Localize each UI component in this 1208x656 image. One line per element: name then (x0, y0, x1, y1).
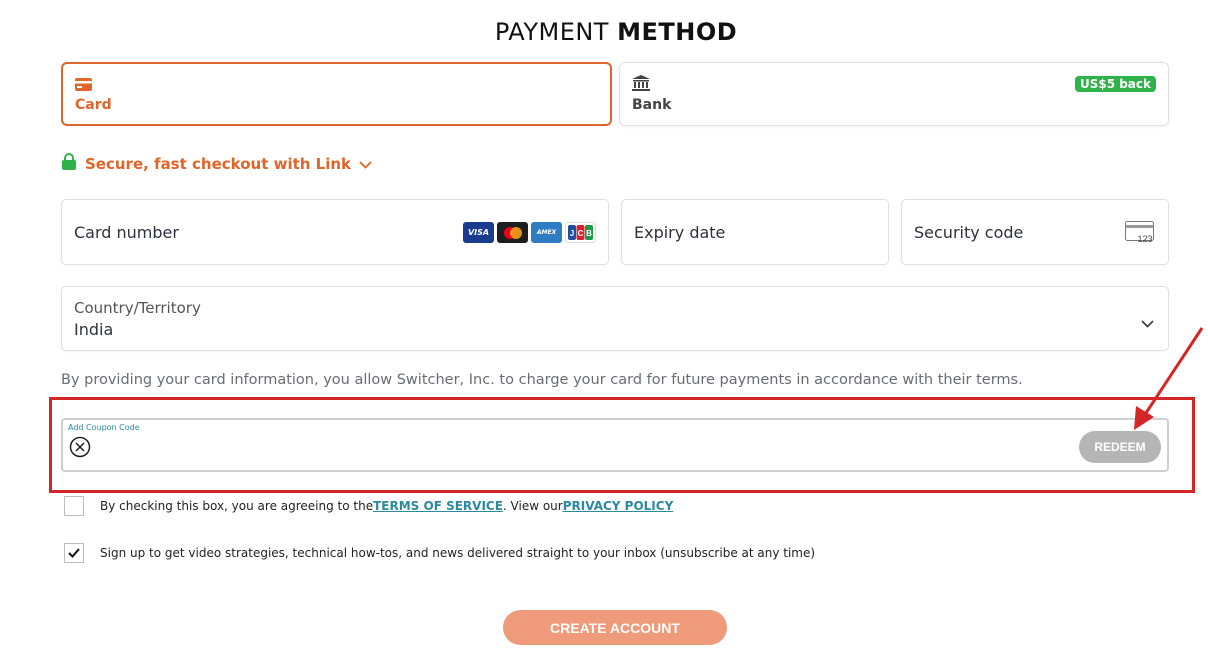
card-number-placeholder: Card number (74, 223, 179, 242)
page-title: PAYMENT METHOD (0, 18, 1208, 46)
country-value: India (74, 320, 114, 339)
title-part-2: METHOD (617, 18, 738, 46)
country-select[interactable]: Country/Territory India (61, 286, 1169, 351)
terms-middle: . View our (502, 499, 563, 513)
cashback-badge: US$5 back (1074, 76, 1156, 92)
security-code-placeholder: Security code (914, 223, 1024, 242)
terms-of-service-link[interactable]: TERMS OF SERVICE (373, 499, 503, 513)
bank-icon (632, 75, 650, 95)
cvc-card-icon: 123 (1125, 221, 1156, 247)
terms-checkbox[interactable] (64, 496, 84, 516)
security-code-field[interactable]: Security code 123 (901, 199, 1169, 265)
payment-method-bank-tab[interactable]: Bank US$5 back (619, 62, 1169, 126)
newsletter-text: Sign up to get video strategies, technic… (100, 546, 816, 560)
privacy-policy-link[interactable]: PRIVACY POLICY (563, 499, 674, 513)
coupon-code-field[interactable]: Add Coupon Code REDEEM (61, 418, 1169, 472)
svg-text:J: J (570, 229, 574, 238)
chevron-down-icon (359, 154, 372, 173)
expiry-date-field[interactable]: Expiry date (621, 199, 889, 265)
bank-tab-label: Bank (632, 97, 672, 113)
link-checkout-toggle[interactable]: Secure, fast checkout with Link (62, 153, 372, 174)
svg-text:B: B (586, 229, 592, 238)
jcb-icon: JCB (565, 222, 596, 243)
coupon-code-label: Add Coupon Code (68, 423, 140, 432)
amex-icon: AMEX (531, 222, 562, 243)
arrow-annotation-icon (1120, 322, 1208, 436)
svg-text:C: C (578, 229, 584, 238)
visa-icon: VISA (463, 222, 494, 243)
country-label: Country/Territory (74, 299, 201, 317)
lock-icon (62, 153, 76, 174)
link-checkout-text: Secure, fast checkout with Link (85, 154, 352, 173)
terms-prefix: By checking this box, you are agreeing t… (100, 499, 374, 513)
expiry-date-placeholder: Expiry date (634, 223, 726, 242)
create-account-button[interactable]: CREATE ACCOUNT (503, 610, 727, 645)
newsletter-checkbox[interactable] (64, 543, 84, 563)
card-brands: VISA AMEX JCB (463, 222, 596, 243)
clear-circle-icon[interactable] (69, 436, 91, 462)
credit-card-icon (75, 76, 92, 95)
checkmark-icon (68, 548, 80, 558)
card-tab-label: Card (75, 97, 112, 113)
payment-method-card-tab[interactable]: Card (61, 62, 612, 126)
mastercard-icon (497, 222, 528, 243)
card-number-field[interactable]: Card number VISA AMEX JCB (61, 199, 609, 265)
newsletter-checkbox-row: Sign up to get video strategies, technic… (64, 543, 815, 563)
title-part-1: PAYMENT (494, 18, 618, 46)
terms-checkbox-row: By checking this box, you are agreeing t… (64, 496, 673, 516)
cvc-icon-text: 123 (1137, 234, 1152, 243)
card-authorization-text: By providing your card information, you … (61, 372, 1023, 388)
